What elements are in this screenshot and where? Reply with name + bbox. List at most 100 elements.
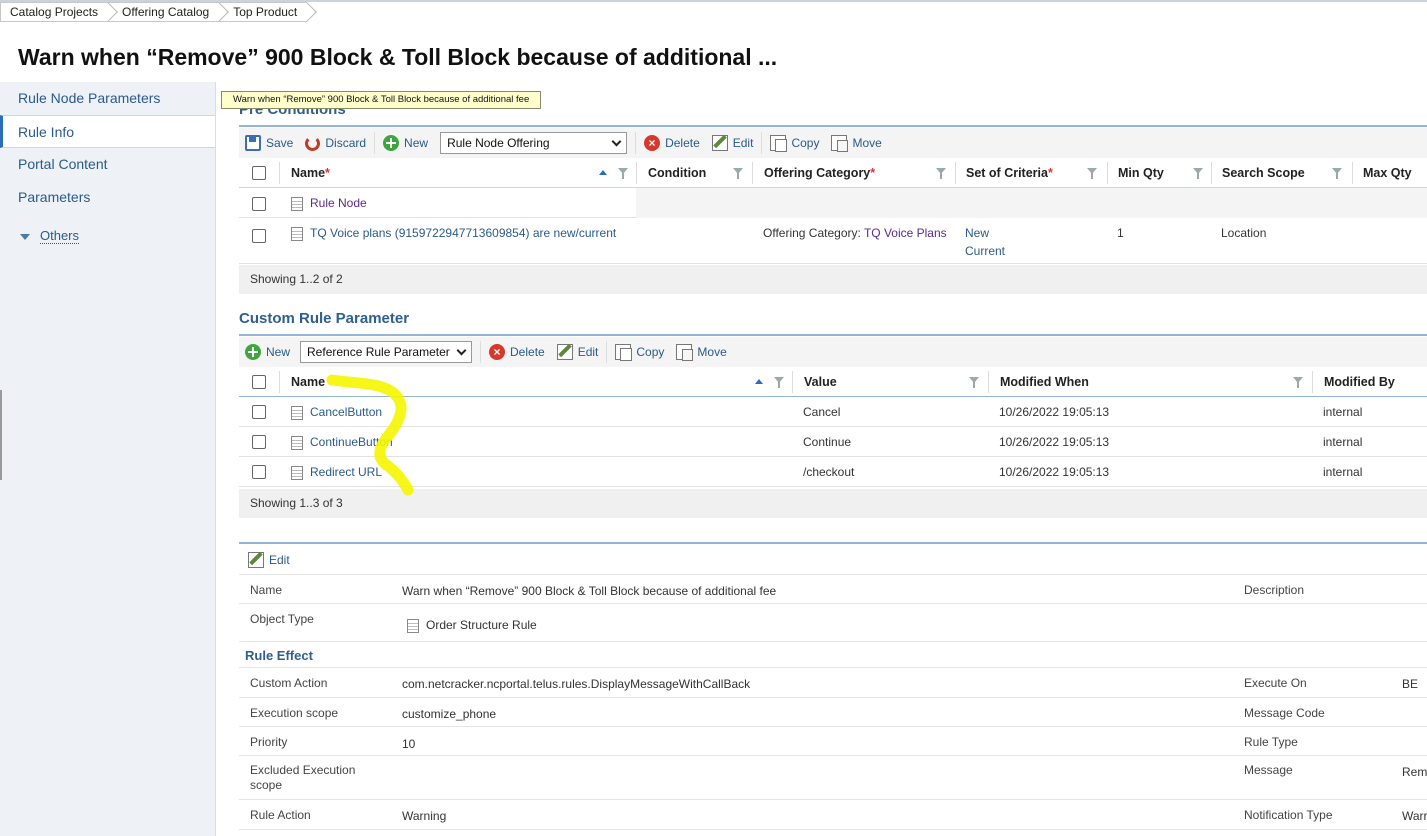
- edit-icon: [711, 135, 728, 151]
- new-button[interactable]: New: [239, 341, 296, 363]
- priority-value: 10: [402, 737, 416, 751]
- offering-category-link[interactable]: TQ Voice Plans: [864, 226, 947, 240]
- filter-icon[interactable]: [1332, 168, 1342, 179]
- breadcrumb-offering-catalog[interactable]: Offering Catalog: [108, 2, 220, 22]
- table-row: ContinueButton Continue 10/26/2022 19:05…: [239, 427, 1427, 457]
- column-header-min-qty[interactable]: Min Qty: [1118, 158, 1164, 188]
- copy-icon: [770, 135, 788, 152]
- breadcrumb: Catalog Projects Offering Catalog Top Pr…: [0, 2, 308, 22]
- select-all-checkbox[interactable]: [252, 166, 266, 180]
- filter-icon[interactable]: [936, 168, 946, 179]
- save-button[interactable]: Save: [239, 132, 299, 154]
- row-name-link[interactable]: Rule Node: [310, 196, 367, 210]
- filter-icon[interactable]: [733, 168, 743, 179]
- document-icon: [291, 435, 303, 450]
- sort-ascending-icon[interactable]: [755, 379, 763, 384]
- edit-button[interactable]: Edit: [242, 549, 296, 571]
- breadcrumb-catalog-projects[interactable]: Catalog Projects: [0, 2, 109, 22]
- breadcrumb-top-product[interactable]: Top Product: [219, 2, 308, 22]
- row-checkbox[interactable]: [252, 197, 266, 211]
- row-checkbox[interactable]: [252, 405, 266, 419]
- custom-action-value: com.netcracker.ncportal.telus.rules.Disp…: [402, 677, 751, 691]
- triangle-down-icon: [20, 233, 30, 240]
- sort-ascending-icon[interactable]: [599, 170, 607, 175]
- column-header-max-qty[interactable]: Max Qty: [1363, 158, 1412, 188]
- filter-icon[interactable]: [774, 377, 784, 388]
- sidebar-item-parameters[interactable]: Parameters: [0, 181, 215, 214]
- custom-rule-footer: Showing 1..3 of 3: [239, 489, 1427, 518]
- document-icon: [291, 226, 303, 241]
- column-header-modified-when[interactable]: Modified When: [1000, 367, 1089, 397]
- filter-icon[interactable]: [1087, 168, 1097, 179]
- new-button[interactable]: New: [377, 132, 434, 154]
- execution-scope-label: Execution scope: [250, 706, 339, 720]
- name-value: Warn when “Remove” 900 Block & Toll Bloc…: [402, 584, 777, 598]
- column-header-name[interactable]: Name: [291, 367, 325, 397]
- priority-label: Priority: [250, 735, 288, 749]
- column-header-offering-category[interactable]: Offering Category*: [764, 158, 875, 188]
- edit-button[interactable]: Edit: [706, 132, 760, 154]
- column-header-condition[interactable]: Condition: [648, 158, 706, 188]
- copy-button[interactable]: Copy: [609, 341, 670, 363]
- notification-type-value: Warr: [1402, 809, 1427, 823]
- row-name-link[interactable]: Redirect URL: [310, 465, 382, 479]
- priority-row: Priority 10 Rule Type: [239, 727, 1427, 756]
- row-name-link[interactable]: CancelButton: [310, 405, 382, 419]
- row-modified-when: 10/26/2022 19:05:13: [999, 435, 1110, 449]
- name-row: Name Warn when “Remove” 900 Block & Toll…: [239, 575, 1427, 604]
- move-button[interactable]: Move: [670, 341, 732, 363]
- row-checkbox[interactable]: [252, 465, 266, 479]
- rule-type-label: Rule Type: [1244, 735, 1298, 749]
- execution-scope-value: customize_phone: [402, 707, 497, 721]
- filter-icon[interactable]: [1293, 377, 1303, 388]
- copy-button[interactable]: Copy: [764, 132, 825, 154]
- sidebar-item-portal-content[interactable]: Portal Content: [0, 148, 215, 181]
- filter-icon[interactable]: [1193, 168, 1203, 179]
- object-type-row: Object Type Order Structure Rule: [239, 604, 1427, 642]
- row-name-link[interactable]: ContinueButton: [310, 435, 393, 449]
- column-separator: [988, 371, 989, 393]
- filter-icon[interactable]: [618, 168, 628, 179]
- criteria-link-current[interactable]: Current: [965, 242, 1005, 260]
- chevron-down-icon: [456, 345, 467, 355]
- grid-header-row: Name Value Modified When Modified By: [239, 367, 1427, 397]
- object-type-value: Order Structure Rule: [407, 618, 537, 633]
- delete-button[interactable]: × Delete: [483, 341, 551, 363]
- column-header-search-scope[interactable]: Search Scope: [1222, 158, 1305, 188]
- move-button[interactable]: Move: [825, 132, 887, 154]
- filter-icon[interactable]: [969, 377, 979, 388]
- document-icon: [291, 196, 303, 211]
- delete-button[interactable]: × Delete: [638, 132, 706, 154]
- sidebar-others-toggle[interactable]: Others: [0, 228, 215, 244]
- chevron-down-icon: [611, 136, 622, 146]
- custom-rule-toolbar: New Reference Rule Parameter × Delete Edi…: [239, 337, 1427, 367]
- row-modified-by: internal: [1323, 465, 1363, 479]
- execute-on-label: Execute On: [1244, 676, 1307, 690]
- row-offering-category: Offering Category: TQ Voice Plans: [763, 226, 947, 240]
- edit-button[interactable]: Edit: [551, 341, 605, 363]
- column-header-value[interactable]: Value: [804, 367, 837, 397]
- toolbar-separator: [606, 341, 608, 363]
- table-row: Redirect URL /checkout 10/26/2022 19:05:…: [239, 457, 1427, 487]
- new-type-select[interactable]: Rule Node Offering: [440, 132, 628, 154]
- row-checkbox[interactable]: [252, 229, 266, 243]
- sidebar-item-rule-node-parameters[interactable]: Rule Node Parameters: [0, 82, 215, 115]
- row-name-cell: ContinueButton: [291, 427, 393, 457]
- column-header-set-of-criteria[interactable]: Set of Criteria*: [966, 158, 1053, 188]
- row-checkbox[interactable]: [252, 435, 266, 449]
- sidebar-item-rule-info[interactable]: Rule Info: [0, 115, 215, 148]
- custom-rule-parameter-title: Custom Rule Parameter: [239, 310, 410, 327]
- row-name-link[interactable]: TQ Voice plans (915972294771​3609854) ar…: [310, 226, 616, 240]
- rule-effect-header: Rule Effect: [239, 642, 1427, 668]
- column-header-modified-by[interactable]: Modified By: [1324, 367, 1395, 397]
- sidebar-scroll-marker: [0, 390, 2, 480]
- select-all-checkbox[interactable]: [252, 375, 266, 389]
- section-divider: [239, 125, 1427, 127]
- custom-action-row: Custom Action com.netcracker.ncportal.te…: [239, 668, 1427, 698]
- column-header-name[interactable]: Name*: [291, 158, 330, 188]
- rule-action-value: Warning: [402, 809, 447, 823]
- parameter-type-select[interactable]: Reference Rule Parameter: [300, 341, 473, 363]
- criteria-link-new[interactable]: New: [965, 224, 1005, 242]
- discard-button[interactable]: Discard: [299, 132, 372, 154]
- rule-effect-title: Rule Effect: [245, 648, 313, 663]
